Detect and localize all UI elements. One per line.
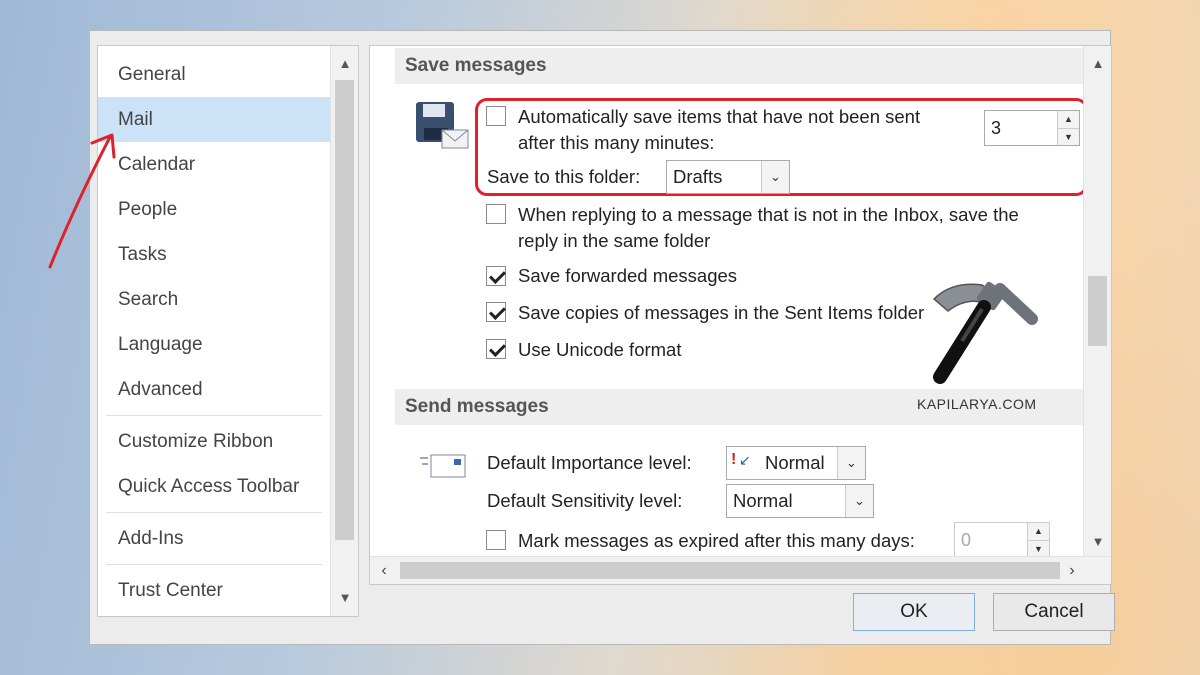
nav-item-customize-ribbon[interactable]: Customize Ribbon — [98, 419, 330, 464]
scroll-right-icon[interactable]: › — [1058, 557, 1086, 584]
sensitivity-select[interactable]: Normal ⌄ — [726, 484, 874, 518]
save-disk-icon — [414, 100, 470, 152]
sensitivity-value: Normal — [733, 490, 793, 511]
importance-select[interactable]: ! ↙ Normal ⌄ — [726, 446, 866, 480]
save-folder-label: Save to this folder: — [487, 166, 641, 187]
scroll-down-icon[interactable]: ▼ — [331, 584, 358, 612]
hscroll-thumb[interactable] — [400, 562, 1060, 579]
pane-scroll-thumb[interactable] — [1088, 276, 1107, 346]
nav-item-search[interactable]: Search — [98, 277, 330, 322]
unicode-checkbox[interactable] — [486, 339, 506, 359]
scroll-down-icon[interactable]: ▼ — [1084, 528, 1111, 556]
autosave-label-line2: after this many minutes: — [518, 132, 715, 153]
envelope-send-icon — [418, 450, 468, 482]
scroll-left-icon[interactable]: ‹ — [370, 557, 398, 584]
save-forwarded-checkbox[interactable] — [486, 266, 506, 286]
save-forwarded-label: Save forwarded messages — [518, 265, 738, 286]
reply-same-folder-checkbox[interactable] — [486, 204, 506, 224]
nav-item-general[interactable]: General — [98, 52, 330, 97]
unicode-label: Use Unicode format — [518, 339, 682, 360]
nav-item-trust-center[interactable]: Trust Center — [98, 568, 330, 613]
expire-days-value: 0 — [961, 530, 972, 550]
scroll-up-icon[interactable]: ▲ — [1084, 50, 1111, 78]
nav-item-mail[interactable]: Mail — [98, 97, 330, 142]
nav-divider — [106, 415, 322, 416]
save-messages-heading: Save messages — [395, 48, 1083, 84]
folder-value: Drafts — [673, 166, 723, 187]
stepper-buttons: ▲ ▼ — [1027, 523, 1049, 557]
nav-item-calendar[interactable]: Calendar — [98, 142, 330, 187]
nav-item-tasks[interactable]: Tasks — [98, 232, 330, 277]
stepper-down-icon[interactable]: ▼ — [1028, 540, 1049, 557]
scroll-up-icon[interactable]: ▲ — [331, 50, 358, 78]
nav-scrollbar[interactable]: ▲ ▼ — [330, 46, 358, 616]
save-copies-label: Save copies of messages in the Sent Item… — [518, 302, 925, 323]
low-importance-icon: ↙ — [739, 452, 751, 468]
expire-days-stepper[interactable]: 0 ▲ ▼ — [954, 522, 1050, 558]
chevron-down-icon[interactable]: ⌄ — [837, 447, 865, 479]
nav-divider — [106, 512, 322, 513]
nav-item-quick-access-toolbar[interactable]: Quick Access Toolbar — [98, 464, 330, 509]
hammer-icon — [922, 259, 1042, 389]
expire-label: Mark messages as expired after this many… — [518, 530, 915, 551]
stepper-buttons: ▲ ▼ — [1057, 111, 1079, 145]
annotation-arrow — [40, 125, 130, 280]
chevron-down-icon[interactable]: ⌄ — [845, 485, 873, 517]
nav-item-language[interactable]: Language — [98, 322, 330, 367]
importance-label: Default Importance level: — [487, 452, 692, 473]
outlook-options-dialog: General Mail Calendar People Tasks Searc… — [89, 30, 1115, 645]
options-nav: General Mail Calendar People Tasks Searc… — [97, 45, 359, 617]
stepper-down-icon[interactable]: ▼ — [1058, 128, 1079, 145]
save-folder-select[interactable]: Drafts ⌄ — [666, 160, 790, 194]
reply-label-line1: When replying to a message that is not i… — [518, 204, 1019, 225]
pane-horizontal-scrollbar[interactable]: ‹ › — [370, 556, 1111, 584]
stepper-up-icon[interactable]: ▲ — [1058, 111, 1079, 128]
nav-item-advanced[interactable]: Advanced — [98, 367, 330, 412]
nav-item-people[interactable]: People — [98, 187, 330, 232]
chevron-down-icon[interactable]: ⌄ — [761, 161, 789, 193]
cancel-button[interactable]: Cancel — [993, 593, 1115, 631]
autosave-checkbox[interactable] — [486, 106, 506, 126]
ok-button[interactable]: OK — [853, 593, 975, 631]
autosave-label-line1: Automatically save items that have not b… — [518, 106, 921, 127]
nav-list: General Mail Calendar People Tasks Searc… — [98, 52, 330, 613]
nav-item-add-ins[interactable]: Add-Ins — [98, 516, 330, 561]
stepper-up-icon[interactable]: ▲ — [1028, 523, 1049, 540]
autosave-minutes-stepper[interactable]: 3 ▲ ▼ — [984, 110, 1080, 146]
importance-value: Normal — [765, 452, 825, 473]
pane-scrollbar[interactable]: ▲ ▼ — [1083, 46, 1111, 558]
importance-icon: ! — [731, 451, 737, 468]
reply-label-line2: reply in the same folder — [518, 230, 711, 251]
watermark: KAPILARYA.COM — [917, 396, 1037, 412]
sensitivity-label: Default Sensitivity level: — [487, 490, 683, 511]
nav-divider — [106, 564, 322, 565]
minutes-value: 3 — [991, 118, 1002, 138]
expire-checkbox[interactable] — [486, 530, 506, 550]
nav-scroll-thumb[interactable] — [335, 80, 354, 540]
save-copies-checkbox[interactable] — [486, 302, 506, 322]
